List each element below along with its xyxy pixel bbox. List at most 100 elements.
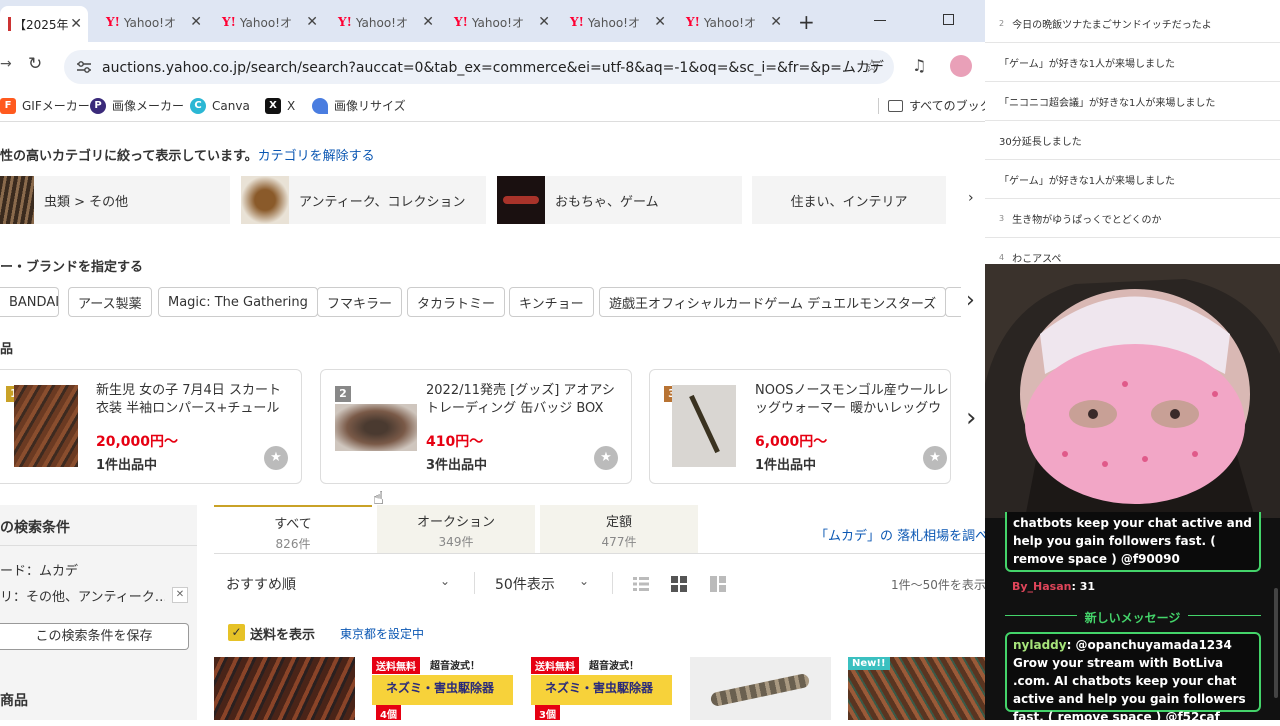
tab-auction[interactable]: オークション 349件: [377, 505, 535, 553]
chevron-right-icon[interactable]: ›: [966, 288, 975, 313]
new-tab-button[interactable]: +: [798, 10, 815, 34]
browser-tab[interactable]: Y! Yahoo!オ ✕: [678, 6, 788, 38]
chevron-right-icon[interactable]: ›: [966, 403, 976, 433]
avatar[interactable]: [950, 55, 972, 77]
grid-view-icon[interactable]: [671, 576, 687, 592]
region-link[interactable]: 東京都を設定中: [340, 625, 424, 642]
category-card[interactable]: おもちゃ、ゲーム: [497, 176, 742, 224]
result-image[interactable]: 送料無料 超音波式！ ネズミ・害虫駆除器 3個: [531, 657, 672, 720]
close-icon[interactable]: ✕: [172, 587, 188, 603]
canva-icon: C: [190, 97, 206, 114]
star-icon[interactable]: ★: [594, 446, 618, 470]
popular-product-card[interactable]: 1 新生児 女の子 7月4日 スカート衣装 半袖ロンパース+チュールスカート 2…: [0, 369, 302, 484]
brand-chip[interactable]: フマキラー: [317, 287, 403, 317]
bookmark-canva[interactable]: C Canva: [190, 97, 250, 114]
close-icon[interactable]: ✕: [190, 14, 202, 30]
bookmark-star-icon[interactable]: ☆: [864, 56, 880, 77]
popular-product-card[interactable]: 3 NOOSノースモンゴル産ウールレッグウォーマー 暖かいレッグウォーマー 6,…: [649, 369, 951, 484]
product-price: 6,000円〜: [755, 434, 828, 450]
close-icon[interactable]: ✕: [422, 14, 434, 30]
brand-chip[interactable]: 遊戯王オフィシャルカードゲーム デュエルモンスターズ: [599, 287, 947, 317]
close-icon[interactable]: ✕: [654, 14, 666, 30]
browser-tab[interactable]: Y! Yahoo!オ ✕: [562, 6, 672, 38]
minimize-button[interactable]: [874, 20, 886, 21]
market-price-link[interactable]: 「ムカデ」の 落札相場を調べる: [815, 525, 985, 544]
tab-all[interactable]: すべて 826件: [214, 505, 372, 553]
category-card[interactable]: アンティーク、コレクション: [241, 176, 486, 224]
yahoo-favicon-icon: Y!: [570, 15, 584, 29]
forward-icon[interactable]: →: [0, 56, 12, 72]
yahoo-favicon-icon: Y!: [222, 15, 236, 29]
result-image[interactable]: 送料無料 超音波式！ ネズミ・害虫駆除器 4個: [372, 657, 513, 720]
category-card[interactable]: 住まい、インテリア: [752, 176, 946, 224]
bookmark-label: 画像メーカー: [112, 99, 185, 113]
badge: ネズミ・害虫駆除器: [545, 681, 654, 695]
maximize-button[interactable]: [943, 14, 954, 25]
browser-tab[interactable]: Y! Yahoo!オ ✕: [214, 6, 324, 38]
item-text: 「ゲーム」が好きな1人が来場しました: [999, 175, 1176, 187]
star-icon[interactable]: ★: [264, 446, 288, 470]
site-settings-icon[interactable]: [76, 60, 92, 74]
bookmark-resize[interactable]: 画像リサイズ: [312, 97, 406, 114]
brand-chip[interactable]: BANDAI: [0, 287, 59, 317]
brand-chip[interactable]: Magic: The Gathering: [158, 287, 318, 317]
reload-icon[interactable]: ↻: [28, 54, 42, 74]
badge: 超音波式！: [430, 661, 480, 672]
list-item: 「ニコニコ超会議」が好きな1人が来場しました: [985, 82, 1280, 121]
chip-label: フマキラー: [327, 296, 393, 312]
bookmark-gif[interactable]: F GIFメーカー: [0, 97, 90, 114]
category-thumbnail: [497, 176, 545, 224]
badge: 送料無料: [372, 657, 420, 674]
browser-tab[interactable]: 【2025年 ✕: [0, 6, 88, 42]
star-icon[interactable]: ★: [923, 446, 947, 470]
url-field[interactable]: auctions.yahoo.co.jp/search/search?aucca…: [64, 50, 894, 84]
result-image[interactable]: [690, 657, 831, 720]
stream-chat-overlay: chatbots keep your chat active and help …: [985, 512, 1280, 724]
close-icon[interactable]: ✕: [306, 14, 318, 30]
sort-select[interactable]: おすすめ順 ⌄: [226, 574, 456, 594]
close-icon[interactable]: ✕: [538, 14, 550, 30]
tab-title: Yahoo!オ: [123, 15, 176, 30]
result-range: 1件〜50件を表示: [891, 578, 985, 592]
overlay-message: nyladdy: @opanchuyamada1234 Grow your st…: [1005, 632, 1261, 724]
result-image[interactable]: [214, 657, 355, 720]
product-price: 410円〜: [426, 434, 484, 450]
badge: 3個: [535, 705, 560, 720]
product-price: 20,000円〜: [96, 434, 179, 450]
media-control-icon[interactable]: ♫: [912, 56, 926, 75]
brand-chip-partial[interactable]: [945, 287, 961, 317]
tab-title: Yahoo!オ: [703, 15, 756, 30]
chevron-right-icon[interactable]: ›: [968, 190, 974, 206]
tab-label: 定額: [605, 515, 632, 530]
bookmark-x[interactable]: XX: [265, 97, 295, 114]
save-search-button[interactable]: この検索条件を保存: [0, 623, 189, 650]
tab-favicon: [8, 17, 11, 31]
category-thumbnail: [0, 176, 34, 224]
viewer-name: By_Hasan: [1012, 580, 1072, 593]
bookmark-label: Canva: [212, 98, 250, 113]
browser-tab[interactable]: Y! Yahoo!オ ✕: [98, 6, 208, 38]
brand-chip[interactable]: アース製薬: [68, 287, 152, 317]
result-image[interactable]: New!!: [848, 657, 985, 720]
list-view-icon[interactable]: [633, 576, 649, 592]
tile-view-icon[interactable]: [710, 576, 726, 592]
tab-label: すべて: [274, 517, 312, 532]
brand-chip[interactable]: キンチョー: [509, 287, 594, 317]
item-text: 今日の晩飯ツナたまごサンドイッチだったよ: [1012, 19, 1212, 31]
scrollbar[interactable]: [1274, 588, 1278, 698]
brand-chip[interactable]: タカラトミー: [407, 287, 506, 317]
clear-category-link[interactable]: カテゴリを解除する: [258, 149, 375, 164]
browser-tab[interactable]: Y! Yahoo!オ ✕: [446, 6, 556, 38]
browser-tab[interactable]: Y! Yahoo!オ ✕: [330, 6, 440, 38]
close-icon[interactable]: ✕: [770, 14, 782, 30]
tab-fixed-price[interactable]: 定額 477件: [540, 505, 698, 553]
close-icon[interactable]: ✕: [70, 16, 82, 32]
url-text: auctions.yahoo.co.jp/search/search?aucca…: [102, 60, 884, 76]
category-card[interactable]: 虫類 > その他: [0, 176, 230, 224]
popular-product-card[interactable]: 2 2022/11発売 [グッズ] アオアシ トレーディング 缶バッジ BOX …: [320, 369, 632, 484]
bookmark-image-maker[interactable]: P 画像メーカー: [90, 97, 184, 114]
chevron-down-icon: ⌄: [440, 574, 451, 588]
yahoo-favicon-icon: Y!: [106, 15, 120, 29]
per-page-select[interactable]: 50件表示 ⌄: [495, 574, 595, 594]
shipping-checkbox[interactable]: ✓: [228, 624, 245, 641]
